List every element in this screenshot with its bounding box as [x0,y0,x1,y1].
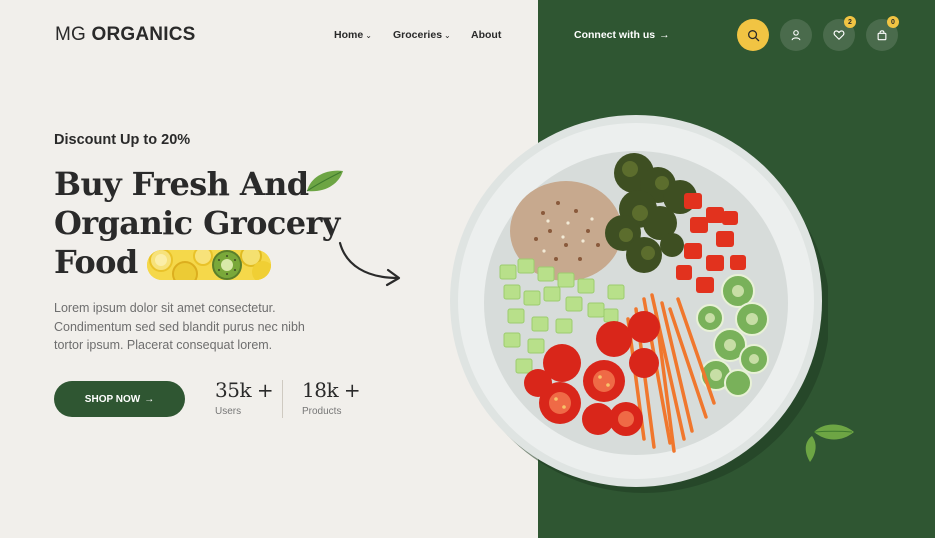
nav-item-home[interactable]: Home ⌄ [334,29,372,41]
brand-logo[interactable]: MG ORGANICS [55,24,196,46]
description-line: Lorem ipsum dolor sit amet consectetur. [54,301,276,315]
nav-item-groceries[interactable]: Groceries ⌄ [393,29,451,41]
connect-label: Connect with us [574,29,656,41]
cart-button[interactable]: 0 [866,16,899,51]
connect-link[interactable]: Connect with us → [574,29,670,41]
nav-item-label: About [471,29,502,41]
chevron-down-icon: ⌄ [444,30,451,40]
wishlist-button[interactable]: 2 [823,16,856,51]
cart-count-badge: 0 [887,16,899,28]
stat-products: 18k + Products [302,378,361,417]
search-button[interactable] [737,19,769,51]
nav-item-label: Groceries [393,29,443,41]
heart-icon [833,30,845,40]
arrow-right-icon: → [144,393,155,405]
landing-page: MG ORGANICS Home ⌄ Groceries ⌄ About Con… [0,0,935,538]
discount-tagline: Discount Up to 20% [54,132,191,148]
headline-line: Organic Grocery [54,204,340,242]
salad-bowl-image [450,115,828,493]
chevron-down-icon: ⌄ [365,30,372,40]
logo-text-bold: ORGANICS [91,24,196,45]
stat-users: 35k + Users [215,378,274,417]
user-icon [791,30,801,41]
shop-now-label: SHOP NOW [84,393,141,405]
stat-label: Products [302,406,342,417]
leaf-decoration-icon [306,170,343,192]
description-line: tortor ipsum. Placerat consequat lorem. [54,338,273,352]
search-icon [747,29,759,41]
leaf-decoration-icon [805,424,854,462]
stat-divider [282,380,283,418]
logo-text-light: MG [55,24,92,45]
stat-value: 18k + [302,378,361,402]
hero-description: Lorem ipsum dolor sit amet consectetur. … [54,299,364,355]
stat-label: Users [215,406,242,417]
nav-item-about[interactable]: About [471,29,501,41]
account-button[interactable] [780,19,812,51]
fruit-slices-image [147,250,271,280]
stat-value: 35k + [215,378,274,402]
arrow-right-icon: → [659,29,670,41]
bag-icon [877,30,887,41]
shop-now-button[interactable]: SHOP NOW → [54,381,185,417]
nav-item-label: Home [334,29,364,41]
description-line: Condimentum sed sed blandit purus nec ni… [54,319,305,334]
curved-arrow-icon [338,241,401,287]
wishlist-count-badge: 2 [844,16,856,28]
